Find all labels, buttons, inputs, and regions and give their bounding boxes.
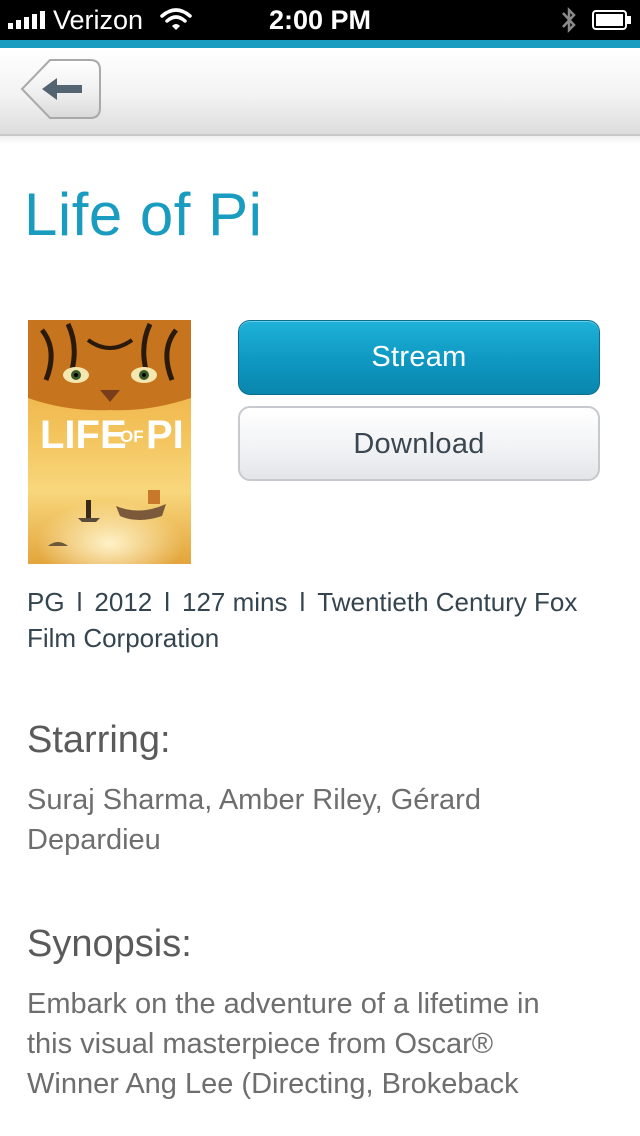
nav-shadow <box>0 136 640 144</box>
back-button[interactable] <box>20 58 102 120</box>
poster-title-pi: PI <box>146 413 184 457</box>
battery-icon <box>592 10 632 30</box>
meta-separator: l <box>299 587 306 617</box>
runtime: 127 mins <box>181 587 288 617</box>
movie-poster[interactable]: LIFE OF PI <box>28 320 191 564</box>
starring-heading: Starring: <box>27 719 171 761</box>
meta-separator: l <box>164 587 170 617</box>
back-arrow-icon <box>20 59 101 119</box>
download-button[interactable]: Download <box>238 406 600 481</box>
stream-button[interactable]: Stream <box>238 320 600 395</box>
starring-text: Suraj Sharma, Amber Riley, Gérard Depard… <box>27 784 481 856</box>
status-time: 2:00 PM <box>268 5 372 35</box>
movie-meta: PG l 2012 l 127 mins l Twentieth Century Fox F… <box>27 584 607 656</box>
release-year: 2012 <box>94 587 153 617</box>
status-bar: Verizon 2:00 PM <box>0 0 640 40</box>
rating: PG <box>27 587 65 617</box>
bluetooth-icon <box>559 4 579 36</box>
meta-separator: l <box>76 587 83 617</box>
poster-title-of: OF <box>120 427 144 446</box>
accent-line <box>0 40 640 48</box>
synopsis-heading: Synopsis: <box>27 923 192 965</box>
navigation-bar <box>0 48 640 136</box>
poster-title-life: LIFE <box>40 413 127 457</box>
page-title: Life of Pi <box>24 181 263 248</box>
synopsis-text: Embark on the adventure of a lifetime in… <box>27 988 540 1100</box>
